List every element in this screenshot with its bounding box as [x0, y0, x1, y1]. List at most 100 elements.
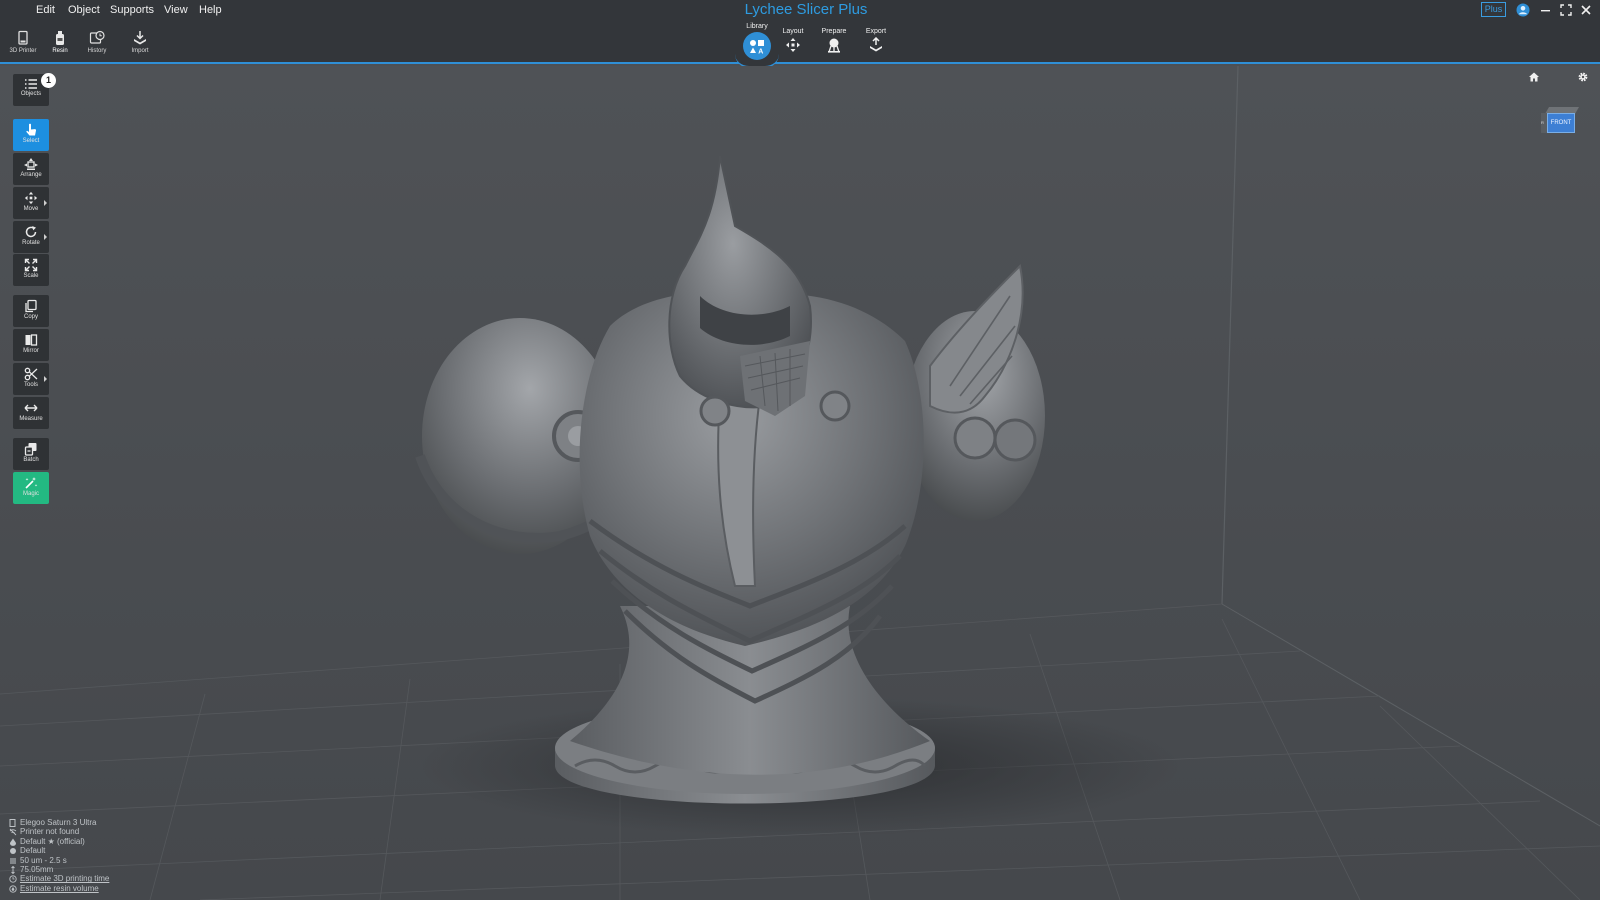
objects-count-badge: 1	[41, 73, 56, 88]
move-icon	[24, 191, 38, 205]
import-button[interactable]: Import	[120, 30, 160, 64]
import-label: Import	[131, 48, 149, 54]
resin-profile: Default ★ (official)	[20, 836, 85, 846]
estimate-time-link[interactable]: Estimate 3D printing time	[9, 874, 249, 883]
app-title: Lychee Slicer Plus	[744, 1, 868, 18]
support-profile: Default	[20, 846, 46, 856]
rotate-label: Rotate	[22, 240, 40, 246]
magic-wand-icon	[25, 477, 38, 489]
status-height: 75.05mm	[9, 865, 249, 874]
tool-copy[interactable]: Copy	[13, 295, 49, 327]
stage-prepare[interactable]: Prepare	[812, 28, 856, 53]
settings-gear-icon[interactable]	[1577, 70, 1589, 88]
tool-magic[interactable]: Magic	[13, 472, 49, 504]
export-icon	[870, 37, 882, 52]
mirror-icon	[25, 334, 38, 346]
printer-name: Elegoo Saturn 3 Ultra	[20, 818, 97, 827]
status-resin[interactable]: Default ★ (official)	[9, 837, 249, 846]
clock-icon	[9, 875, 17, 883]
scissors-icon	[24, 367, 38, 381]
account-icon[interactable]	[1515, 2, 1531, 18]
rotate-icon	[25, 226, 37, 238]
3d-viewport[interactable]: Objects Select Arrange Move Rotate Scale…	[0, 66, 1600, 900]
list-icon	[25, 79, 37, 89]
layout-move-icon	[786, 38, 800, 52]
resin-drop-icon	[10, 838, 16, 846]
stage-library-button[interactable]: A	[743, 32, 771, 60]
main-toolbar: 3D Printer Resin History Import Library …	[0, 22, 1600, 64]
print-status-panel: Elegoo Saturn 3 Ultra Printer not found …	[9, 818, 249, 893]
menu-bar: Edit Object Supports View Help Lychee Sl…	[0, 0, 1600, 22]
wifi-off-icon	[9, 829, 17, 836]
status-printer[interactable]: Elegoo Saturn 3 Ultra	[9, 818, 249, 827]
tool-batch[interactable]: Batch	[13, 438, 49, 470]
prepare-supports-icon	[828, 38, 840, 53]
arrange-icon	[24, 158, 38, 170]
support-profile-icon	[10, 848, 16, 855]
printer-label: 3D Printer	[9, 48, 37, 54]
import-icon	[134, 31, 146, 45]
tool-tools[interactable]: Tools	[13, 363, 49, 395]
stage-layout[interactable]: Layout	[771, 28, 815, 53]
move-label: Move	[23, 206, 39, 212]
resin-label: Resin	[52, 48, 68, 54]
scale-icon	[24, 258, 38, 272]
close-icon[interactable]	[1578, 2, 1594, 18]
copy-label: Copy	[23, 314, 38, 320]
estimate-resin-link[interactable]: Estimate resin volume	[9, 884, 249, 893]
connection-status: Printer not found	[20, 827, 80, 837]
tool-move[interactable]: Move	[13, 187, 49, 219]
batch-label: Batch	[23, 457, 39, 463]
tools-submenu-arrow[interactable]	[44, 376, 47, 382]
plus-badge[interactable]: Plus	[1481, 2, 1506, 17]
printer-button[interactable]: 3D Printer	[3, 30, 43, 64]
estimate-time-label: Estimate 3D printing time	[20, 874, 110, 884]
svg-text:A: A	[758, 49, 763, 56]
stage-export[interactable]: Export	[854, 28, 898, 53]
tools-label: Tools	[23, 382, 38, 388]
view-cube[interactable]: R FRONT	[1539, 105, 1580, 139]
move-submenu-arrow[interactable]	[44, 200, 47, 206]
resin-bottle-icon	[56, 31, 64, 45]
tool-arrange[interactable]: Arrange	[13, 153, 49, 185]
copy-icon	[25, 299, 37, 313]
tool-measure[interactable]: Measure	[13, 397, 49, 429]
tool-rotate[interactable]: Rotate	[13, 221, 49, 253]
objects-label: Objects	[20, 91, 42, 97]
model-height: 75.05mm	[20, 864, 54, 874]
tool-scale[interactable]: Scale	[13, 254, 49, 286]
height-icon	[11, 865, 15, 874]
layer-settings: 50 um - 2.5 s	[20, 855, 67, 865]
scale-label: Scale	[23, 273, 39, 279]
minimize-icon[interactable]	[1538, 2, 1554, 18]
view-cube-front-face[interactable]: FRONT	[1547, 113, 1575, 133]
pointer-icon	[26, 123, 37, 136]
stage-prepare-label: Prepare	[821, 28, 847, 35]
mirror-label: Mirror	[23, 348, 39, 354]
history-button[interactable]: History	[77, 30, 117, 64]
layers-icon	[10, 858, 16, 864]
status-supports[interactable]: Default	[9, 846, 249, 855]
resin-button[interactable]: Resin	[40, 30, 80, 64]
status-connection: Printer not found	[9, 827, 249, 836]
measure-label: Measure	[19, 416, 43, 422]
stage-export-label: Export	[865, 28, 887, 35]
measure-icon	[24, 404, 38, 412]
resin-volume-icon	[9, 885, 17, 893]
home-view-icon[interactable]	[1528, 70, 1540, 88]
scene-canvas	[0, 66, 1600, 900]
rotate-submenu-arrow[interactable]	[44, 234, 47, 240]
select-label: Select	[22, 138, 40, 144]
history-icon	[89, 30, 105, 44]
batch-icon	[24, 443, 37, 456]
estimate-resin-label: Estimate resin volume	[20, 883, 99, 893]
history-label: History	[87, 48, 107, 54]
magic-label: Magic	[22, 491, 39, 497]
stage-layout-label: Layout	[782, 28, 804, 35]
tool-select[interactable]: Select	[13, 119, 49, 151]
maximize-icon[interactable]	[1558, 2, 1574, 18]
tool-mirror[interactable]: Mirror	[13, 329, 49, 361]
printer-icon	[18, 30, 28, 45]
library-icon: A	[750, 40, 764, 56]
lychee-slicer-window: Edit Object Supports View Help Lychee Sl…	[0, 0, 1600, 900]
